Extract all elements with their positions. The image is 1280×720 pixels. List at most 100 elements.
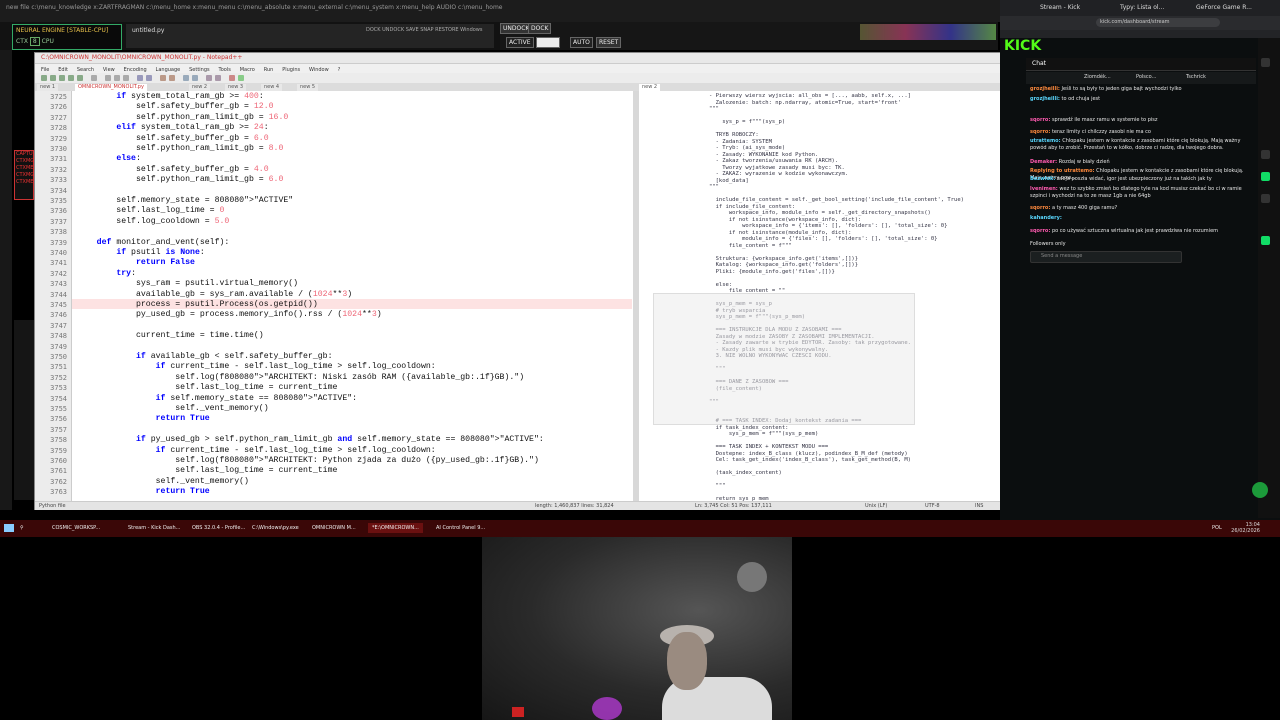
- tab-new-5[interactable]: new 5: [297, 84, 319, 91]
- untitled-window[interactable]: untitled.py DOCK UNDOCK SAVE SNAP RESTOR…: [126, 24, 494, 48]
- code-line: if py_used_gb > self.python_ram_limit_gb…: [135, 435, 544, 445]
- mode-select[interactable]: [536, 37, 560, 48]
- line-number: 3740: [50, 249, 67, 257]
- code-line: try:: [116, 268, 136, 278]
- zoom-out-icon[interactable]: [192, 75, 198, 81]
- chat-message[interactable]: grozjheilli: Jeśli to są były to jeden g…: [1030, 86, 1252, 93]
- kick-logo[interactable]: KICK: [1004, 38, 1041, 54]
- print-icon[interactable]: [91, 75, 97, 81]
- chat-message[interactable]: lvenimen: wez to szybko zmień bo dlatego…: [1030, 186, 1252, 199]
- tab-omnicrown[interactable]: OMNICROWN_MONOLIT.py: [75, 84, 147, 91]
- undo-icon[interactable]: [137, 75, 143, 81]
- language-indicator[interactable]: POL: [1212, 523, 1222, 533]
- browser-tabs: Stream - Kick Typy: Lista ol... GeForce …: [1000, 0, 1280, 16]
- activate-toggle[interactable]: ACTIVE: [506, 37, 534, 48]
- zoom-in-icon[interactable]: [183, 75, 189, 81]
- chat-message[interactable]: sqorro: po co używać sztuczna wirtualna …: [1030, 228, 1252, 235]
- taskbar-item[interactable]: AI Control Panel 9...: [436, 523, 485, 533]
- save-icon[interactable]: [59, 75, 65, 81]
- side-icon-active[interactable]: [1261, 236, 1270, 245]
- find-icon[interactable]: [160, 75, 166, 81]
- cut-icon[interactable]: [105, 75, 111, 81]
- code-line-right: TRYB ROBOCZY:: [709, 132, 759, 138]
- chat-username[interactable]: sqorro:: [1030, 117, 1050, 123]
- chat-message[interactable]: kahandery:: [1030, 215, 1252, 222]
- chat-text: Jeśli to są były to jeden giga bajt wych…: [1061, 86, 1182, 92]
- paste-icon[interactable]: [123, 75, 129, 81]
- url-input[interactable]: kick.com/dashboard/stream: [1096, 18, 1220, 27]
- indent-guide-icon[interactable]: [215, 75, 221, 81]
- record-macro-icon[interactable]: [229, 75, 235, 81]
- pinned-user[interactable]: Ziomdék...: [1084, 74, 1111, 80]
- chat-input[interactable]: Send a message: [1030, 251, 1182, 263]
- chat-message[interactable]: utrattemo: Chlopaku jestem w kontakcie z…: [1030, 138, 1252, 151]
- clock[interactable]: 13:04 26/02/2026: [1231, 522, 1260, 534]
- open-file-icon[interactable]: [50, 75, 56, 81]
- chat-message[interactable]: sqorro: teraz limity ci chilczzy zasobi …: [1030, 129, 1252, 136]
- pinned-user[interactable]: Tschrick: [1186, 74, 1206, 80]
- taskbar-item[interactable]: COSMIC_WORKSP...: [52, 523, 100, 533]
- chat-text: Rozdaj w biały dzień: [1058, 159, 1110, 165]
- save-all-icon[interactable]: [68, 75, 74, 81]
- code-line: self.log(f808080">"ARCHITEKT: Python zja…: [77, 456, 539, 465]
- copy-icon[interactable]: [114, 75, 120, 81]
- taskbar-item[interactable]: C:\Windows\py.exe: [252, 523, 299, 533]
- tab-new-2[interactable]: new 2: [189, 84, 211, 91]
- auto-toggle[interactable]: AUTO: [570, 37, 593, 48]
- taskbar-item[interactable]: OBS 32.0.4 - Profile...: [192, 523, 245, 533]
- browser-tab-3[interactable]: GeForce Game R...: [1196, 3, 1252, 13]
- tab-right-pane[interactable]: new 2: [639, 84, 661, 91]
- chat-username[interactable]: grozjheilli:: [1030, 96, 1060, 102]
- purple-light: [592, 697, 622, 720]
- line-number-gutter: 3725 3726 3727 3728 3729 3730 3731 3732 3733 3734…: [35, 91, 72, 501]
- chat-title: Chat: [1032, 60, 1047, 67]
- chat-username[interactable]: lvenimen:: [1030, 186, 1058, 192]
- tab-new-4[interactable]: new 4: [261, 84, 283, 91]
- reset-button[interactable]: RESET: [596, 37, 622, 48]
- close-icon[interactable]: [77, 75, 83, 81]
- replace-icon[interactable]: [169, 75, 175, 81]
- search-icon[interactable]: ⚲: [20, 523, 24, 533]
- tab-new-1[interactable]: new 1: [37, 84, 59, 91]
- chat-message[interactable]: Bezwłok: wieja poszła widać, igor jest u…: [1030, 176, 1252, 183]
- chat-message[interactable]: sqorro: a ty masz 400 giga ramu?: [1030, 205, 1252, 212]
- chat-username[interactable]: utrattemo:: [1030, 138, 1061, 144]
- chat-message[interactable]: grozjheilli: to od chuja jest: [1030, 96, 1252, 103]
- wrap-icon[interactable]: [206, 75, 212, 81]
- browser-tab-2[interactable]: Typy: Lista ol...: [1120, 3, 1164, 13]
- line-number: 3749: [50, 342, 67, 351]
- redo-icon[interactable]: [146, 75, 152, 81]
- taskbar-item-active[interactable]: *E:\OMNICROWN...: [368, 523, 423, 533]
- code-line-right: """: [709, 184, 719, 190]
- chat-username[interactable]: sqorro:: [1030, 129, 1050, 135]
- code-line: sys_ram = psutil.virtual_memory(): [77, 279, 299, 289]
- chat-username[interactable]: Demaker:: [1030, 159, 1057, 165]
- browser-tab-kick[interactable]: Stream - Kick: [1040, 3, 1080, 13]
- chat-message[interactable]: Followers only: [1030, 241, 1252, 248]
- code-line: self.python_ram_limit_gb = 6.0: [77, 175, 284, 185]
- chat-settings-icon[interactable]: [1261, 58, 1270, 67]
- chat-message[interactable]: Demaker: Rozdaj w biały dzień: [1030, 159, 1252, 166]
- chat-username[interactable]: Bezwłok:: [1030, 176, 1055, 182]
- dock-button[interactable]: DOCK: [528, 23, 552, 34]
- untitled-menu[interactable]: DOCK UNDOCK SAVE SNAP RESTORE Windows: [366, 27, 483, 33]
- chat-username[interactable]: sqorro:: [1030, 205, 1050, 211]
- play-macro-icon[interactable]: [238, 75, 244, 81]
- tab-new-3[interactable]: new 3: [225, 84, 247, 91]
- side-icon[interactable]: [1261, 150, 1270, 159]
- chat-username[interactable]: Replying to utrattemo:: [1030, 168, 1095, 174]
- pinned-user[interactable]: Polsco...: [1136, 74, 1156, 80]
- chat-username[interactable]: kahandery:: [1030, 215, 1062, 221]
- chat-username[interactable]: grozjheilli:: [1030, 86, 1060, 92]
- side-icon-active[interactable]: [1261, 172, 1270, 181]
- side-icon[interactable]: [1261, 194, 1270, 203]
- start-icon[interactable]: [4, 524, 14, 532]
- code-line-right: Struktura: {workspace_info.get('items',[…: [709, 255, 859, 262]
- taskbar-item[interactable]: Stream - Kick Dash...: [128, 523, 180, 533]
- floating-action-icon[interactable]: [1252, 482, 1268, 498]
- chat-username[interactable]: sqorro:: [1030, 228, 1050, 234]
- chat-message[interactable]: sqorro: sprawdź ile masz ramu w systemie…: [1030, 117, 1252, 124]
- taskbar-item[interactable]: OMNICROWN M...: [312, 523, 356, 533]
- code-pane-left[interactable]: 3725 3726 3727 3728 3729 3730 3731 3732 3733 3734…: [35, 91, 633, 501]
- new-file-icon[interactable]: [41, 75, 47, 81]
